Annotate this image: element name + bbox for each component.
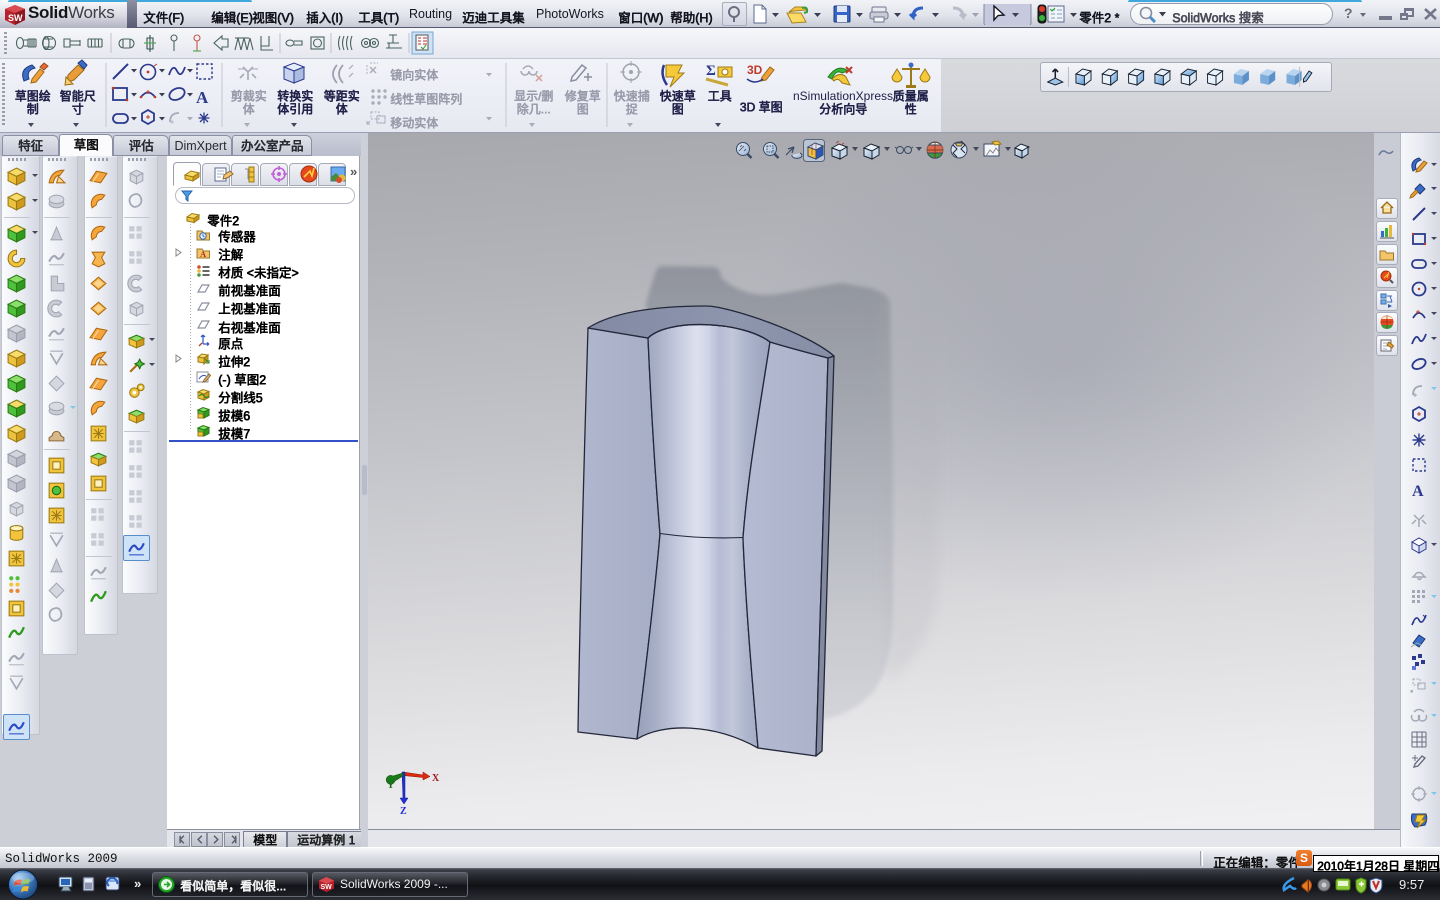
svg-text:»: » [134,876,141,891]
svg-text:A: A [196,88,209,107]
svg-text:Σ: Σ [706,63,716,79]
svg-text:SW: SW [321,884,333,891]
svg-text:A: A [200,249,207,259]
svg-text:Y: Y [387,780,395,791]
svg-text:X: X [432,773,440,784]
svg-text:SW: SW [8,13,23,23]
svg-text:Z: Z [400,806,407,817]
svg-text:3D: 3D [747,63,763,77]
svg-text:A: A [1412,483,1424,500]
